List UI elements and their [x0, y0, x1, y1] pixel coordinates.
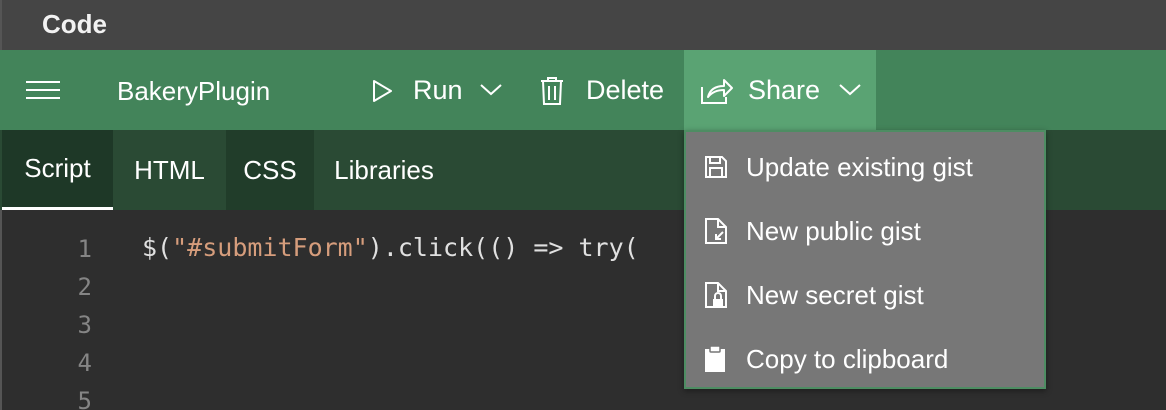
line-number: 3: [77, 311, 92, 339]
code-line-1[interactable]: $("#submitForm").click(() => try(: [142, 233, 639, 262]
share-button[interactable]: Share: [684, 50, 876, 130]
public-document-icon: [705, 218, 727, 244]
hamburger-menu-icon[interactable]: [26, 79, 60, 101]
play-icon: [373, 80, 392, 102]
line-number: 4: [77, 349, 92, 377]
lock-document-icon: [705, 282, 727, 308]
tab-libraries[interactable]: Libraries: [314, 130, 454, 210]
clipboard-icon: [705, 345, 725, 372]
menu-item-label: New public gist: [746, 215, 921, 246]
tab-css[interactable]: CSS: [226, 130, 314, 210]
tab-html[interactable]: HTML: [113, 130, 226, 210]
menu-item-new-secret-gist[interactable]: New secret gist: [686, 263, 1044, 327]
share-icon: [701, 79, 733, 104]
line-number: 2: [77, 273, 92, 301]
delete-label: Delete: [586, 74, 665, 105]
run-label: Run: [413, 74, 463, 105]
toolbar: BakeryPlugin Run Delete Share: [0, 50, 1166, 130]
code-string: "#submitForm": [172, 233, 368, 262]
menu-item-label: Update existing gist: [746, 151, 973, 182]
title-bar: Code: [0, 0, 1166, 50]
save-icon: [705, 156, 727, 178]
chevron-down-icon[interactable]: [479, 83, 503, 97]
chevron-down-icon[interactable]: [838, 83, 862, 97]
line-number: 5: [77, 387, 92, 410]
tab-script[interactable]: Script: [2, 130, 113, 210]
line-number: 1: [77, 235, 92, 263]
run-button[interactable]: Run: [370, 50, 503, 130]
delete-button[interactable]: Delete: [538, 50, 664, 130]
menu-item-copy-to-clipboard[interactable]: Copy to clipboard: [686, 327, 1044, 391]
project-name[interactable]: BakeryPlugin: [117, 76, 270, 107]
menu-item-update-existing-gist[interactable]: Update existing gist: [686, 135, 1044, 199]
code-token: $(: [142, 233, 173, 262]
share-label: Share: [748, 74, 821, 105]
menu-item-new-public-gist[interactable]: New public gist: [686, 199, 1044, 263]
menu-item-label: Copy to clipboard: [746, 343, 949, 374]
code-token: ).click(() => try(: [367, 233, 639, 262]
trash-icon: [541, 77, 563, 105]
share-dropdown-menu: Update existing gist New public gist New…: [684, 130, 1046, 389]
menu-item-label: New secret gist: [746, 279, 924, 310]
app-title: Code: [42, 9, 107, 39]
